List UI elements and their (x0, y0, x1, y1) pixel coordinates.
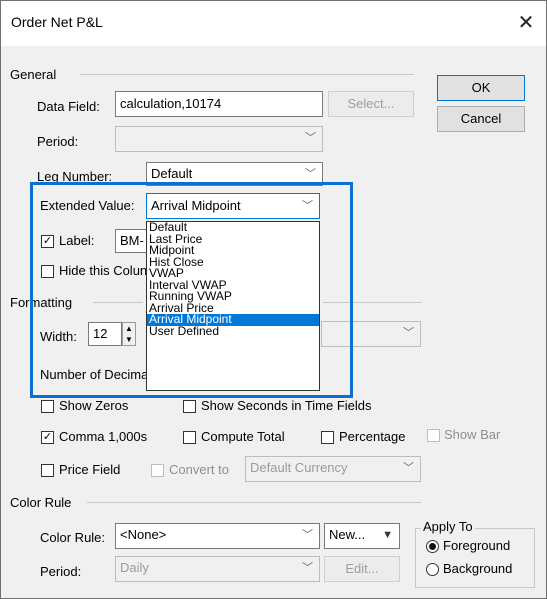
currency-select[interactable]: Default Currency ﹀ (245, 456, 421, 482)
dialog-title: Order Net P&L (11, 14, 103, 30)
new-button-label: New... (329, 527, 366, 542)
chevron-down-icon: ﹀ (302, 529, 313, 541)
show-bar-checkbox[interactable] (427, 429, 440, 442)
close-icon[interactable]: ✕ (512, 9, 540, 37)
show-zeros-label: Show Zeros (59, 398, 129, 413)
chevron-down-icon: ﹀ (305, 132, 316, 144)
title-bar: Order Net P&L ✕ (1, 1, 546, 46)
data-field-label: Data Field: (37, 99, 100, 114)
convert-to-checkbox[interactable] (151, 464, 164, 477)
background-radio[interactable] (426, 563, 439, 576)
apply-to-group (415, 528, 535, 588)
percentage-checkbox[interactable] (321, 431, 334, 444)
color-rule-group-label: Color Rule (10, 495, 72, 510)
currency-value: Default Currency (250, 460, 348, 475)
compute-total-label: Compute Total (201, 429, 285, 444)
data-field-input[interactable]: calculation,10174 (115, 91, 323, 117)
color-rule-select[interactable]: <None> ﹀ (115, 523, 320, 549)
show-zeros-checkbox[interactable] (41, 400, 54, 413)
color-rule-value: <None> (120, 527, 167, 542)
show-seconds-label: Show Seconds in Time Fields (201, 398, 372, 413)
price-field-label: Price Field (59, 462, 121, 477)
ok-button[interactable]: OK (437, 75, 525, 101)
show-seconds-checkbox[interactable] (183, 400, 196, 413)
general-group-label: General (10, 67, 57, 82)
foreground-label: Foreground (443, 538, 511, 553)
period-label: Period: (37, 134, 79, 149)
background-label: Background (443, 561, 513, 576)
chevron-down-icon: ﹀ (403, 327, 414, 339)
chevron-down-icon: ﹀ (403, 462, 414, 474)
comma-label: Comma 1,000s (59, 429, 148, 444)
foreground-radio[interactable] (426, 540, 439, 553)
compute-total-checkbox[interactable] (183, 431, 196, 444)
color-period-select[interactable]: Daily ﹀ (115, 556, 320, 582)
highlight-box (30, 182, 353, 398)
cancel-button[interactable]: Cancel (437, 106, 525, 132)
edit-button[interactable]: Edit... (324, 556, 400, 582)
chevron-down-icon: ﹀ (302, 562, 313, 574)
caret-down-icon: ▼ (382, 529, 393, 541)
general-divider (80, 74, 414, 75)
comma-checkbox[interactable]: ✓ (41, 431, 54, 444)
show-bar-label: Show Bar (444, 427, 501, 442)
period-select[interactable]: ﹀ (115, 126, 323, 152)
new-button[interactable]: New... ▼ (324, 523, 400, 549)
color-rule-divider (87, 502, 421, 503)
select-button[interactable]: Select... (328, 91, 414, 117)
convert-to-label: Convert to (169, 462, 229, 477)
color-rule-label: Color Rule: (40, 530, 106, 545)
leg-number-value: Default (151, 166, 193, 181)
apply-to-label: Apply To (421, 519, 475, 534)
order-net-pl-dialog: Order Net P&L ✕ General Data Field: calc… (0, 0, 547, 599)
color-period-value: Daily (120, 560, 149, 575)
color-period-label: Period: (40, 564, 82, 579)
price-field-checkbox[interactable] (41, 464, 54, 477)
percentage-label: Percentage (339, 429, 406, 444)
